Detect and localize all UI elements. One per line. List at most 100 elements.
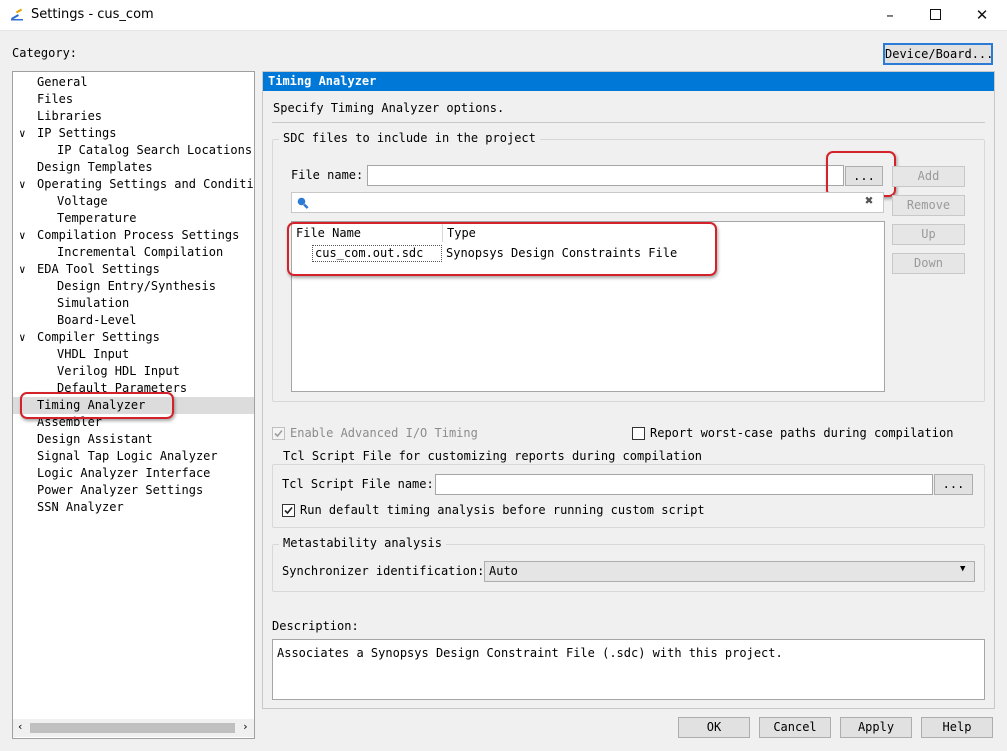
chevron-down-icon[interactable]: ∨	[19, 227, 29, 244]
device-board-button[interactable]: Device/Board...	[883, 43, 993, 65]
scroll-thumb[interactable]	[30, 723, 235, 733]
down-button[interactable]: Down	[892, 253, 965, 274]
tree-item-label: Design Assistant	[37, 432, 153, 446]
tcl-file-input[interactable]	[435, 474, 933, 495]
tree-horizontal-scrollbar[interactable]: ‹ ›	[13, 719, 254, 737]
tree-item-label: Power Analyzer Settings	[37, 483, 204, 497]
tree-item-label: Compilation Process Settings	[37, 228, 240, 242]
checkmark-icon	[274, 429, 283, 438]
chevron-down-icon[interactable]: ∨	[19, 261, 29, 278]
scroll-right-icon[interactable]: ›	[242, 720, 249, 733]
description-text: Associates a Synopsys Design Constraint …	[277, 646, 783, 660]
tree-item[interactable]: Design Entry/Synthesis	[13, 278, 254, 295]
sdc-group-title: SDC files to include in the project	[279, 131, 540, 145]
tree-item-label: Libraries	[37, 109, 103, 123]
tree-item[interactable]: ∨ IP Settings	[13, 125, 254, 142]
report-worst-case-checkbox[interactable]	[632, 427, 645, 440]
tree-item-label: Logic Analyzer Interface	[37, 466, 211, 480]
tree-item-label: SSN Analyzer	[37, 500, 124, 514]
tree-item-label: Voltage	[57, 194, 108, 208]
window-title: Settings - cus_com	[31, 7, 154, 22]
tree-item[interactable]: Simulation	[13, 295, 254, 312]
add-button[interactable]: Add	[892, 166, 965, 187]
sync-dropdown[interactable]: Auto ▼	[484, 561, 975, 582]
remove-button[interactable]: Remove	[892, 195, 965, 216]
tree-item-label: IP Catalog Search Locations	[57, 143, 253, 157]
report-worst-case-label: Report worst-case paths during compilati…	[650, 426, 954, 440]
tree-item-label: Verilog HDL Input	[57, 364, 180, 378]
tree-item-label: Simulation	[57, 296, 130, 310]
chevron-down-icon[interactable]: ∨	[19, 176, 29, 193]
tree-item[interactable]: Incremental Compilation	[13, 244, 254, 261]
annotation-highlight-table	[287, 222, 717, 276]
tree-item[interactable]: Logic Analyzer Interface	[13, 465, 254, 482]
tree-item[interactable]: ∨ Compilation Process Settings	[13, 227, 254, 244]
tcl-file-label: Tcl Script File name:	[282, 477, 434, 491]
tree-item-label: Board-Level	[57, 313, 137, 327]
tree-item[interactable]: Power Analyzer Settings	[13, 482, 254, 499]
minimize-icon[interactable]: –	[867, 0, 913, 31]
maximize-icon[interactable]	[913, 0, 959, 31]
tree-item[interactable]: General	[13, 74, 254, 91]
category-label: Category:	[12, 46, 78, 60]
tree-item-label: VHDL Input	[57, 347, 130, 361]
tree-item[interactable]: SSN Analyzer	[13, 499, 254, 516]
tree-item[interactable]: Verilog HDL Input	[13, 363, 254, 380]
tree-item-label: Compiler Settings	[37, 330, 160, 344]
cancel-button[interactable]: Cancel	[759, 717, 831, 738]
sdc-search-input[interactable]	[314, 194, 854, 211]
annotation-highlight-tree	[20, 392, 174, 419]
divider	[272, 122, 985, 123]
tcl-group-title: Tcl Script File for customizing reports …	[279, 449, 707, 463]
title-bar: Settings - cus_com – ✕	[0, 0, 1007, 31]
tcl-browse-button[interactable]: ...	[934, 474, 973, 495]
tree-item-label: Design Templates	[37, 160, 153, 174]
tree-item[interactable]: Files	[13, 91, 254, 108]
tree-item[interactable]: Voltage	[13, 193, 254, 210]
chevron-down-icon[interactable]: ∨	[19, 329, 29, 346]
tree-item[interactable]: ∨ EDA Tool Settings	[13, 261, 254, 278]
run-default-checkbox[interactable]	[282, 504, 295, 517]
description-label: Description:	[272, 619, 359, 633]
tree-item[interactable]: Signal Tap Logic Analyzer	[13, 448, 254, 465]
ok-button[interactable]: OK	[678, 717, 750, 738]
help-button[interactable]: Help	[921, 717, 993, 738]
chevron-down-icon: ▼	[960, 564, 966, 574]
tree-item[interactable]: IP Catalog Search Locations	[13, 142, 254, 159]
close-icon[interactable]: ✕	[959, 0, 1005, 31]
tree-item[interactable]: Libraries	[13, 108, 254, 125]
app-icon	[11, 8, 23, 21]
panel-intro: Specify Timing Analyzer options.	[273, 101, 505, 115]
tree-item-label: Incremental Compilation	[57, 245, 224, 259]
sync-label: Synchronizer identification:	[282, 564, 485, 578]
description-box: Associates a Synopsys Design Constraint …	[272, 639, 985, 700]
metastability-group-title: Metastability analysis	[279, 536, 446, 550]
tree-item[interactable]: ∨ Operating Settings and Conditio	[13, 176, 254, 193]
clear-search-icon[interactable]: ✖	[865, 193, 873, 209]
panel-header: Timing Analyzer	[268, 74, 377, 88]
tree-item-label: Design Entry/Synthesis	[57, 279, 216, 293]
scroll-left-icon[interactable]: ‹	[17, 720, 24, 733]
tree-item[interactable]: VHDL Input	[13, 346, 254, 363]
tree-item[interactable]: ∨ Compiler Settings	[13, 329, 254, 346]
tree-item-label: EDA Tool Settings	[37, 262, 160, 276]
apply-button[interactable]: Apply	[840, 717, 912, 738]
tree-item-label: Operating Settings and Conditio	[37, 177, 255, 191]
run-default-label: Run default timing analysis before runni…	[300, 503, 705, 517]
sdc-search-bar[interactable]: ✖	[291, 192, 884, 213]
enable-advanced-io-checkbox[interactable]	[272, 427, 285, 440]
tree-item-label: IP Settings	[37, 126, 117, 140]
tree-item[interactable]: Board-Level	[13, 312, 254, 329]
tree-item-label: Signal Tap Logic Analyzer	[37, 449, 218, 463]
up-button[interactable]: Up	[892, 224, 965, 245]
search-icon	[297, 197, 309, 209]
tree-item[interactable]: Design Templates	[13, 159, 254, 176]
sync-dropdown-value: Auto	[489, 564, 518, 578]
tree-item-label: Files	[37, 92, 74, 106]
annotation-highlight-browse	[826, 151, 896, 197]
file-name-label: File name:	[291, 168, 364, 182]
file-name-input[interactable]	[367, 165, 844, 186]
tree-item[interactable]: Design Assistant	[13, 431, 254, 448]
chevron-down-icon[interactable]: ∨	[19, 125, 29, 142]
tree-item[interactable]: Temperature	[13, 210, 254, 227]
